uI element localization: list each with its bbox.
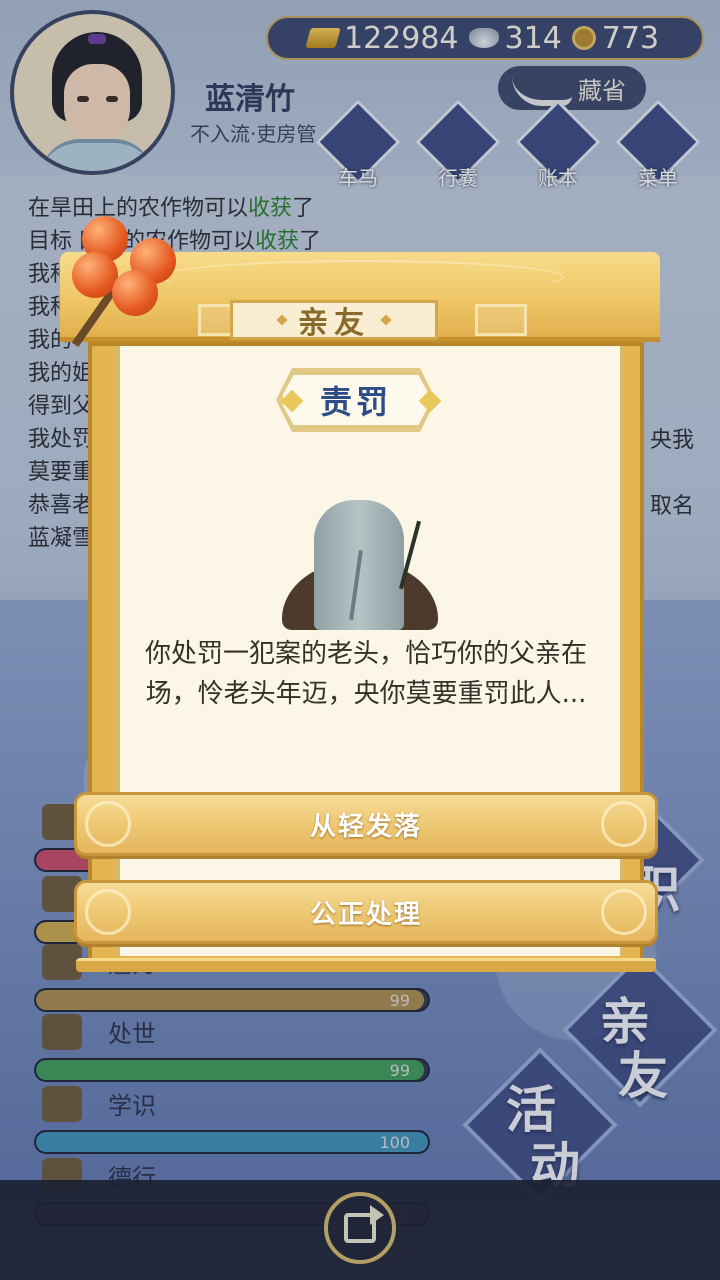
cloud-ornament — [601, 889, 647, 935]
event-subtitle: 责罚 — [319, 383, 392, 421]
dialog-bottom-rail — [76, 958, 656, 972]
tombstone-illustration — [282, 500, 438, 630]
cloud-ornament — [85, 889, 131, 935]
cloud-ornament — [85, 801, 131, 847]
ornament-dot — [380, 314, 392, 326]
haw-fruit — [112, 270, 158, 316]
option-label: 从轻发落 — [309, 811, 422, 842]
family-event-dialog: 亲友 责罚 你处罚一犯案的老头，恰巧你的父亲在场，怜老头年迈，央你莫要重罚此人.… — [60, 252, 660, 972]
cloud-ornament — [601, 801, 647, 847]
candied-haw-decoration — [64, 212, 194, 348]
ornament-dot — [276, 314, 288, 326]
lenient-option-button[interactable]: 从轻发落 — [74, 792, 658, 856]
fair-option-button[interactable]: 公正处理 — [74, 880, 658, 944]
header-ornament — [475, 304, 527, 336]
option-label: 公正处理 — [309, 899, 422, 930]
dialog-title-plate: 亲友 — [230, 300, 438, 341]
dialog-title: 亲友 — [298, 306, 370, 341]
event-description: 你处罚一犯案的老头，恰巧你的父亲在场，怜老头年迈，央你莫要重罚此人... — [144, 639, 587, 709]
